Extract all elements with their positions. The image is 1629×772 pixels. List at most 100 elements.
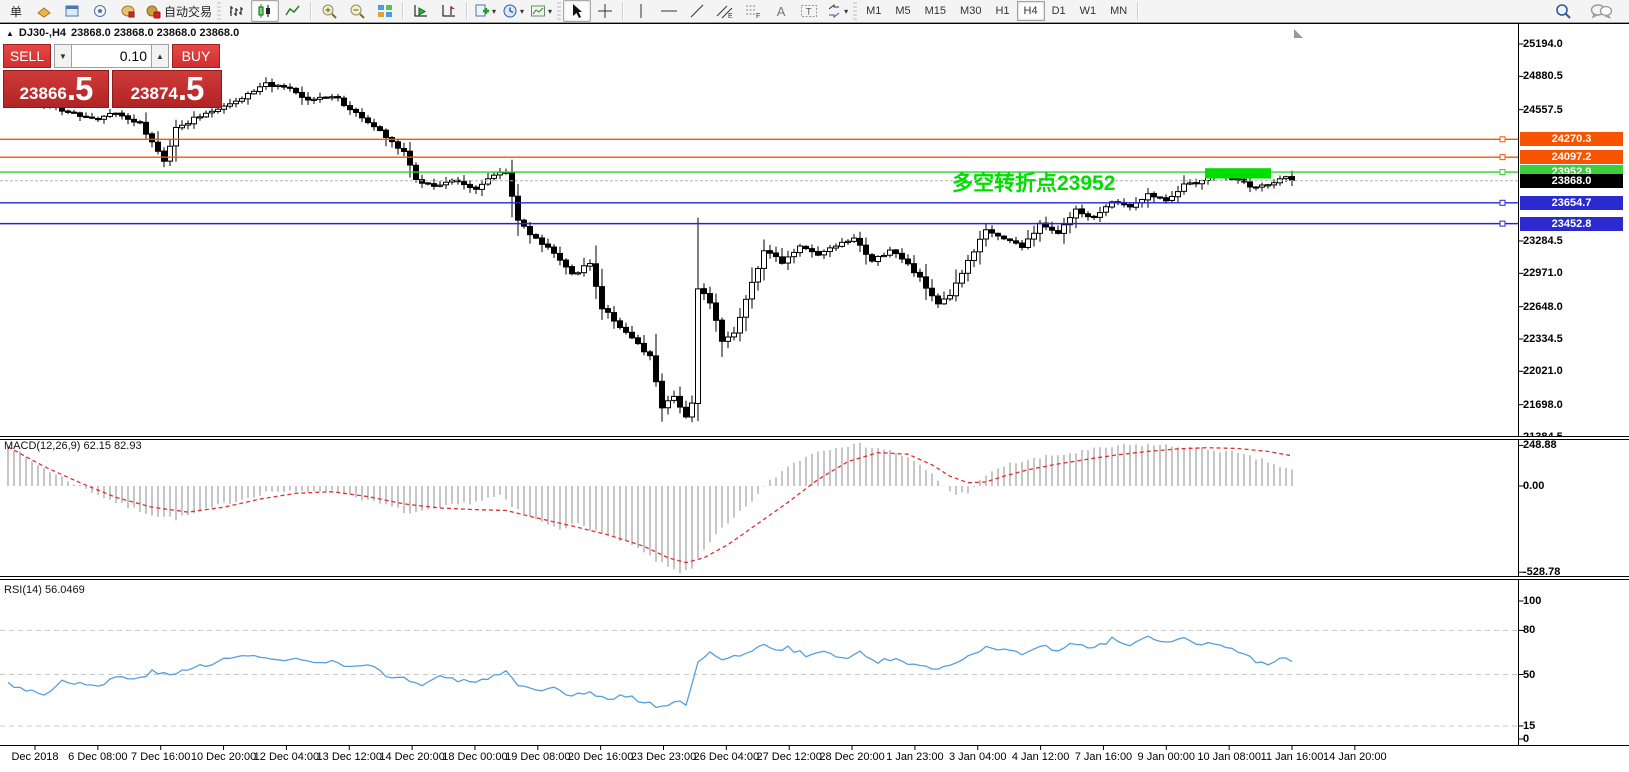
toolbar-right-group: [1549, 0, 1629, 22]
price-axis-tick: 24880.5: [1523, 70, 1623, 82]
bar-chart-icon: [229, 3, 245, 19]
fibonacci-button[interactable]: F: [739, 0, 767, 22]
dropdown-arrow-icon: ▾: [844, 7, 848, 16]
search-button[interactable]: [1549, 0, 1577, 22]
add-indicator-icon: [474, 3, 490, 19]
buy-button[interactable]: BUY: [172, 44, 220, 68]
terminal-button[interactable]: [114, 0, 142, 22]
time-axis-label: 14 Jan 20:00: [1315, 751, 1395, 763]
price-tag-23452.8: 23452.8: [1520, 217, 1623, 231]
volume-input[interactable]: [72, 44, 151, 68]
text-label-button[interactable]: T: [795, 0, 823, 22]
timeframe-button-D1[interactable]: D1: [1045, 1, 1073, 21]
toolbar-separator: [402, 2, 404, 20]
auto-scroll-button[interactable]: [407, 0, 435, 22]
dropdown-arrow-icon: ▾: [492, 7, 496, 16]
equidistant-channel-button[interactable]: E: [711, 0, 739, 22]
zoom-out-icon: [349, 3, 365, 19]
trade-panel-row: SELL ▼ ▲ BUY: [3, 44, 223, 69]
buy-price-frac: .5: [178, 74, 204, 104]
price-axis-tick: 22971.0: [1523, 267, 1623, 279]
buy-price-int: 23874: [131, 84, 178, 104]
templates-button[interactable]: ▾: [527, 0, 555, 22]
line-handle[interactable]: [1500, 170, 1505, 175]
symbol-period-label: DJ30-,H4: [19, 27, 66, 39]
vertical-line-button[interactable]: [627, 0, 655, 22]
timeframe-button-M1[interactable]: M1: [859, 1, 888, 21]
chart-shift-button[interactable]: [435, 0, 463, 22]
volume-stepper: ▼ ▲: [54, 44, 169, 68]
cursor-button[interactable]: [563, 0, 591, 22]
data-window-button[interactable]: [58, 0, 86, 22]
timeframe-button-H4[interactable]: H4: [1017, 1, 1045, 21]
chart-annotation-text[interactable]: 多空转折点23952: [952, 167, 1115, 197]
dropdown-arrow-icon: ▾: [520, 7, 524, 16]
arrows-tool-button[interactable]: ▾: [823, 0, 851, 22]
scroll-to-end-marker[interactable]: [1294, 29, 1303, 38]
rsi-label: RSI(14) 56.0469: [4, 584, 85, 596]
stepper-up-icon: ▲: [156, 52, 164, 61]
pane-separator-rsi[interactable]: [0, 576, 1629, 580]
line-handle[interactable]: [1500, 155, 1505, 160]
price-axis-tick: 22334.5: [1523, 333, 1623, 345]
svg-text:T: T: [806, 7, 812, 17]
crosshair-button[interactable]: [591, 0, 619, 22]
chart-shift-icon: [441, 3, 457, 19]
line-handle[interactable]: [1500, 137, 1505, 142]
buy-button-label: BUY: [182, 48, 211, 64]
timeframe-button-MN[interactable]: MN: [1103, 1, 1134, 21]
price-axis-tick: 23284.5: [1523, 235, 1623, 247]
candlestick-chart-button[interactable]: [251, 0, 279, 22]
auto-trading-button[interactable]: 自动交易: [142, 0, 215, 22]
gold-bar-icon: [36, 3, 52, 19]
bar-chart-button[interactable]: [223, 0, 251, 22]
macd-layer: [8, 443, 1292, 573]
zoom-out-button[interactable]: [343, 0, 371, 22]
svg-text:E: E: [728, 13, 733, 19]
price-tag-24270.3: 24270.3: [1520, 132, 1623, 146]
axes-layer: [0, 23, 1629, 750]
line-chart-button[interactable]: [279, 0, 307, 22]
volume-increase-button[interactable]: ▲: [151, 44, 169, 68]
buy-price-display[interactable]: 23874 .5: [112, 70, 222, 108]
tile-windows-button[interactable]: [371, 0, 399, 22]
line-handle[interactable]: [1500, 200, 1505, 205]
navigator-button[interactable]: [86, 0, 114, 22]
volume-decrease-button[interactable]: ▼: [54, 44, 72, 68]
sell-button[interactable]: SELL: [3, 44, 51, 68]
timeframe-button-M5[interactable]: M5: [888, 1, 917, 21]
periods-button[interactable]: ▾: [499, 0, 527, 22]
chat-button[interactable]: [1587, 0, 1615, 22]
pane-separator-macd[interactable]: [0, 436, 1629, 440]
template-chart-icon: [530, 3, 546, 19]
line-chart-icon: [285, 3, 301, 19]
timeframe-button-M15[interactable]: M15: [918, 1, 953, 21]
cursor-icon: [569, 3, 585, 19]
price-tag-24097.2: 24097.2: [1520, 150, 1623, 164]
highlight-zone[interactable]: [1205, 168, 1271, 178]
chart-canvas[interactable]: [0, 23, 1629, 772]
toolbar-grip: [557, 2, 561, 20]
market-watch-button[interactable]: [30, 0, 58, 22]
zoom-in-button[interactable]: [315, 0, 343, 22]
stepper-down-icon: ▼: [59, 52, 67, 61]
trendline-button[interactable]: [683, 0, 711, 22]
line-handle[interactable]: [1500, 221, 1505, 226]
data-window-icon: [64, 3, 80, 19]
horizontal-line-button[interactable]: [655, 0, 683, 22]
macd-axis-tick: 248.88: [1523, 439, 1623, 451]
timeframe-button-W1[interactable]: W1: [1073, 1, 1104, 21]
new-order-button[interactable]: 单: [2, 0, 30, 22]
objects-layer: [0, 137, 1519, 226]
text-tool-button[interactable]: A: [767, 0, 795, 22]
timeframe-button-M30[interactable]: M30: [953, 1, 988, 21]
indicators-button[interactable]: ▾: [471, 0, 499, 22]
rsi-axis-tick: 100: [1523, 595, 1623, 607]
mt4-window: 单 自动交易: [0, 0, 1629, 772]
zoom-in-icon: [321, 3, 337, 19]
timeframe-button-H1[interactable]: H1: [988, 1, 1016, 21]
sell-price-display[interactable]: 23866 .5: [3, 70, 109, 108]
svg-text:F: F: [756, 13, 760, 19]
toolbar-separator: [466, 2, 468, 20]
sell-price-int: 23866: [20, 84, 67, 104]
